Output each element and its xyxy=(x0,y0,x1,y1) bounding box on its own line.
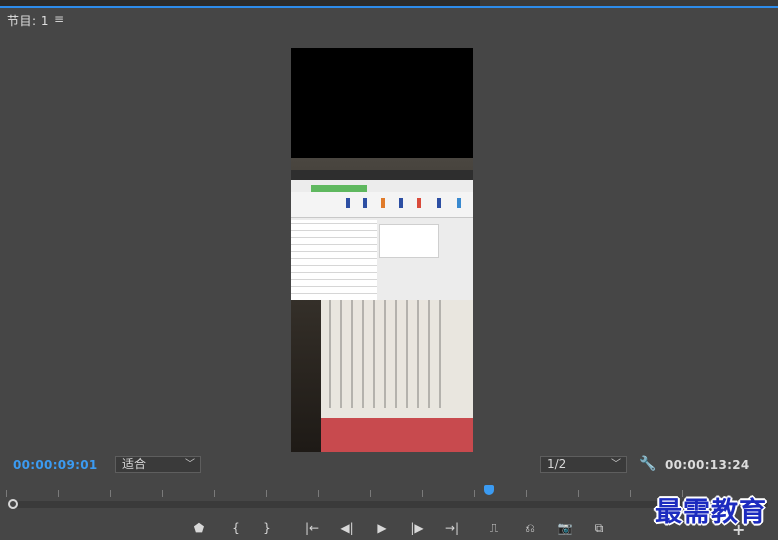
comparison-view-button[interactable]: ⧉ xyxy=(590,520,608,536)
video-screen-titlebar xyxy=(291,170,473,180)
ruler-tick xyxy=(214,490,215,497)
program-tab-title[interactable]: 节目: 1 xyxy=(7,12,49,29)
ruler-tick xyxy=(58,490,59,497)
go-to-in-button[interactable]: |← xyxy=(303,520,321,536)
ruler-tick xyxy=(422,490,423,497)
video-ribbon-icon xyxy=(346,198,350,208)
program-monitor-panel: 节目: 1 ≡ 00:00:09:01 适合 ﹀ 1/2 ﹀ 🔧 00:00:1… xyxy=(0,0,778,540)
ruler-tick xyxy=(6,490,7,497)
mark-out-button[interactable]: } xyxy=(258,520,276,536)
video-screen-ribbon-tab xyxy=(311,185,367,192)
chevron-down-icon: ﹀ xyxy=(611,459,621,470)
ruler-tick xyxy=(370,490,371,497)
panel-menu-icon[interactable]: ≡ xyxy=(54,12,64,26)
settings-wrench-icon[interactable]: 🔧 xyxy=(639,456,656,472)
ruler-tick xyxy=(318,490,319,497)
video-ribbon-icon xyxy=(381,198,385,208)
duration-timecode: 00:00:13:24 xyxy=(665,458,750,472)
mark-in-button[interactable]: { xyxy=(227,520,245,536)
extract-button[interactable]: ⎌ xyxy=(521,520,539,536)
video-ribbon-icon xyxy=(363,198,367,208)
ruler-tick xyxy=(110,490,111,497)
current-timecode[interactable]: 00:00:09:01 xyxy=(13,458,98,472)
add-marker-button[interactable]: ⬟ xyxy=(190,520,208,536)
ruler-tick xyxy=(474,490,475,497)
video-ribbon-icon xyxy=(457,198,461,208)
ruler-tick xyxy=(578,490,579,497)
ruler-tick xyxy=(162,490,163,497)
lift-button[interactable]: ⎍ xyxy=(485,520,503,536)
video-paper-red-band xyxy=(321,418,473,452)
step-back-button[interactable]: ◀| xyxy=(338,520,356,536)
chevron-down-icon: ﹀ xyxy=(185,459,195,470)
ruler-tick xyxy=(630,490,631,497)
step-forward-button[interactable]: |▶ xyxy=(408,520,426,536)
play-button[interactable]: ▶ xyxy=(373,520,391,536)
playback-resolution-select[interactable]: 1/2 ﹀ xyxy=(540,456,627,473)
zoom-scroll-handle[interactable] xyxy=(8,499,18,509)
watermark-logo: 最需教育 xyxy=(655,497,767,528)
ruler-tick xyxy=(526,490,527,497)
playback-resolution-value: 1/2 xyxy=(547,457,567,471)
zoom-scrollbar[interactable] xyxy=(8,501,768,508)
video-ribbon-icon xyxy=(399,198,403,208)
playhead-marker[interactable] xyxy=(484,485,494,495)
ruler-tick xyxy=(266,490,267,497)
video-ribbon-icon xyxy=(437,198,441,208)
zoom-fit-value: 适合 xyxy=(122,457,147,471)
video-spreadsheet-chart xyxy=(379,224,439,258)
video-preview[interactable] xyxy=(291,48,473,452)
video-spreadsheet-grid xyxy=(291,220,377,300)
zoom-fit-select[interactable]: 适合 ﹀ xyxy=(115,456,201,473)
video-ribbon-icon xyxy=(417,198,421,208)
go-to-out-button[interactable]: →| xyxy=(443,520,461,536)
panel-focus-line xyxy=(0,6,778,8)
export-frame-button[interactable]: 📷 xyxy=(556,520,574,536)
